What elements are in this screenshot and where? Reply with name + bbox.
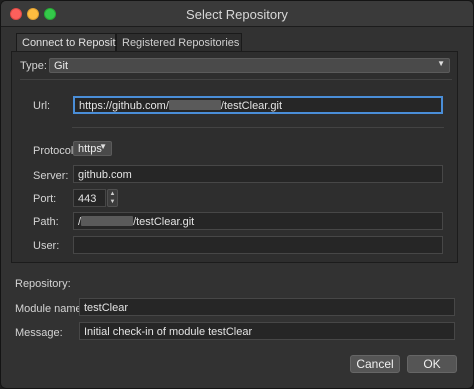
type-select-value: Git [54,60,69,72]
port-stepper[interactable]: ▲ ▼ [107,189,118,207]
user-input[interactable] [73,236,443,254]
module-name-input[interactable]: testClear [79,298,455,316]
divider [20,79,452,80]
message-label: Message: [15,327,63,339]
url-input[interactable]: https://github.com/ /testClear.git [73,96,443,114]
cancel-button[interactable]: Cancel [350,355,400,373]
tab-registered-repositories[interactable]: Registered Repositories [116,33,242,51]
down-arrow-icon[interactable]: ▼ [108,198,117,206]
repository-section-label: Repository: [15,278,71,290]
url-label: Url: [33,100,51,112]
port-label: Port: [33,193,57,205]
url-prefix: https://github.com/ [79,100,169,112]
path-suffix: /testClear.git [133,216,195,228]
tab-connect-to-repository[interactable]: Connect to Repository [16,33,131,51]
protocol-label: Protocol: [33,145,77,157]
type-select[interactable]: Git ▼ [49,58,450,73]
connect-tab-panel: Type: Git ▼ Url: https://github.com/ /tes… [11,51,458,263]
chevron-down-icon: ▼ [437,59,445,68]
up-arrow-icon[interactable]: ▲ [108,190,117,198]
message-input[interactable]: Initial check-in of module testClear [79,322,455,340]
server-label: Server: [33,170,69,182]
protocol-select[interactable]: https ▼ [73,141,112,156]
user-label: User: [33,240,60,252]
chevron-down-icon: ▼ [99,142,107,151]
port-input[interactable]: 443 [73,189,106,207]
path-label: Path: [33,216,59,228]
module-name-label: Module name: [15,303,85,315]
select-repository-dialog: Select Repository Connect to Repository … [0,0,474,389]
server-input[interactable]: github.com [73,165,443,183]
ok-button[interactable]: OK [407,355,457,373]
redacted-username [168,100,221,110]
window-title: Select Repository [186,7,288,22]
title-bar: Select Repository [1,1,473,27]
divider [72,127,444,128]
url-suffix: /testClear.git [220,100,283,112]
path-input[interactable]: //testClear.git [73,212,443,230]
redacted-username [81,216,134,226]
type-label: Type: [20,60,47,72]
